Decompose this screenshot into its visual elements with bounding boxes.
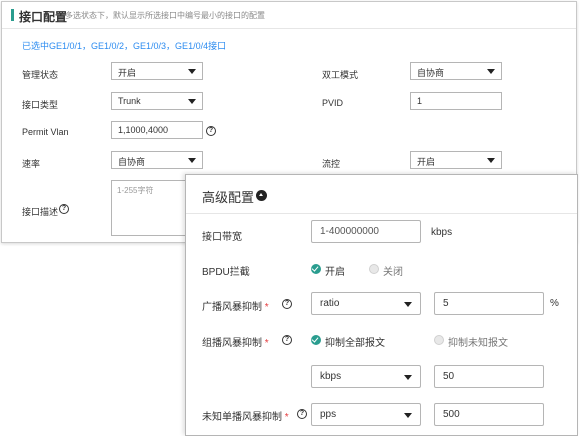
speed-select[interactable]: 自协商 [111,151,203,169]
bandwidth-label: 接口带宽 [202,232,242,243]
unknown-unicast-value: 500 [443,409,460,420]
panel-hint: 多选状态下，默认显示所选接口中编号最小的接口的配置 [65,11,265,20]
multicast-label-text: 组播风暴抑制 [202,338,262,349]
header-accent-bar [11,9,14,21]
required-mark: * [264,338,269,349]
permit-vlan-input[interactable]: 1,1000,4000 [111,121,203,139]
port-type-value: Trunk [118,96,141,106]
multicast-mode-select[interactable]: kbps [311,365,421,388]
pvid-label: PVID [322,98,344,108]
broadcast-label-text: 广播风暴抑制 [202,302,262,313]
caret-down-icon [404,302,412,307]
question-circle-icon[interactable]: ? [297,409,307,419]
speed-value: 自协商 [118,157,146,167]
advanced-title: 高级配置 [202,190,255,205]
radio-checked-icon [311,264,321,274]
advanced-config-panel: 高级配置 接口带宽 1-400000000 kbps BPDU拦截 开启 关闭 … [185,174,578,436]
port-type-select[interactable]: Trunk [111,92,203,110]
description-placeholder: 1-255字符 [117,186,154,195]
admin-status-label: 管理状态 [22,70,59,80]
question-circle-icon[interactable]: ? [282,299,292,309]
multicast-value-input[interactable]: 50 [434,365,544,388]
question-circle-icon[interactable]: ? [206,126,216,136]
flow-control-select[interactable]: 开启 [410,151,502,169]
permit-vlan-label: Permit Vlan [22,127,69,137]
pvid-input[interactable]: 1 [410,92,502,110]
caret-down-icon [487,69,495,74]
flow-control-label: 流控 [322,159,341,169]
radio-checked-icon [311,335,321,345]
port-type-label: 接口类型 [22,100,59,110]
speed-label: 速率 [22,159,41,169]
bandwidth-unit: kbps [431,227,453,238]
required-mark: * [284,412,289,423]
multicast-mode-value: kbps [320,371,342,382]
flow-control-value: 开启 [417,157,436,167]
caret-down-icon [487,158,495,163]
unknown-unicast-value-input[interactable]: 500 [434,403,544,426]
multicast-value: 50 [443,371,455,382]
bpdu-on-label: 开启 [325,267,345,278]
multicast-label: 组播风暴抑制 * [202,334,269,349]
radio-unchecked-icon [369,264,379,274]
chevron-up-circle-icon[interactable] [256,190,267,201]
broadcast-value: 5 [443,298,449,309]
bpdu-off-label: 关闭 [383,267,403,278]
panel-header: 接口配置 多选状态下，默认显示所选接口中编号最小的接口的配置 [2,2,576,29]
question-circle-icon[interactable]: ? [59,204,69,214]
pvid-value: 1 [417,96,423,106]
permit-vlan-value: 1,1000,4000 [118,125,169,135]
broadcast-mode-value: ratio [320,298,340,309]
bandwidth-input[interactable]: 1-400000000 [311,220,421,243]
question-circle-icon[interactable]: ? [282,335,292,345]
bpdu-label: BPDU拦截 [202,267,250,278]
caret-down-icon [404,375,412,380]
panel-title: 接口配置 [19,10,68,24]
required-mark: * [264,302,269,313]
admin-status-value: 开启 [118,68,137,78]
unknown-unicast-mode-value: pps [320,409,337,420]
caret-down-icon [188,99,196,104]
admin-status-select[interactable]: 开启 [111,62,203,80]
unknown-unicast-label: 未知单播风暴抑制 * [202,408,289,423]
description-label: 接口描述 [22,207,59,217]
duplex-value: 自协商 [417,68,445,78]
unknown-unicast-mode-select[interactable]: pps [311,403,421,426]
broadcast-label: 广播风暴抑制 * [202,298,269,313]
caret-down-icon [188,69,196,74]
duplex-select[interactable]: 自协商 [410,62,502,80]
broadcast-unit: % [550,298,559,309]
unknown-unicast-label-text: 未知单播风暴抑制 [202,412,282,423]
multicast-unknown-label: 抑制未知报文 [448,338,508,349]
broadcast-mode-select[interactable]: ratio [311,292,421,315]
description-textarea[interactable]: 1-255字符 [111,180,191,236]
selected-interfaces-info: 已选中GE1/0/1，GE1/0/2，GE1/0/3，GE1/0/4接口 [22,41,227,51]
bandwidth-placeholder: 1-400000000 [320,226,379,237]
caret-down-icon [188,158,196,163]
multicast-all-label: 抑制全部报文 [325,338,385,349]
broadcast-value-input[interactable]: 5 [434,292,544,315]
duplex-label: 双工模式 [322,70,359,80]
radio-unchecked-icon [434,335,444,345]
caret-down-icon [404,413,412,418]
divider [186,213,577,214]
